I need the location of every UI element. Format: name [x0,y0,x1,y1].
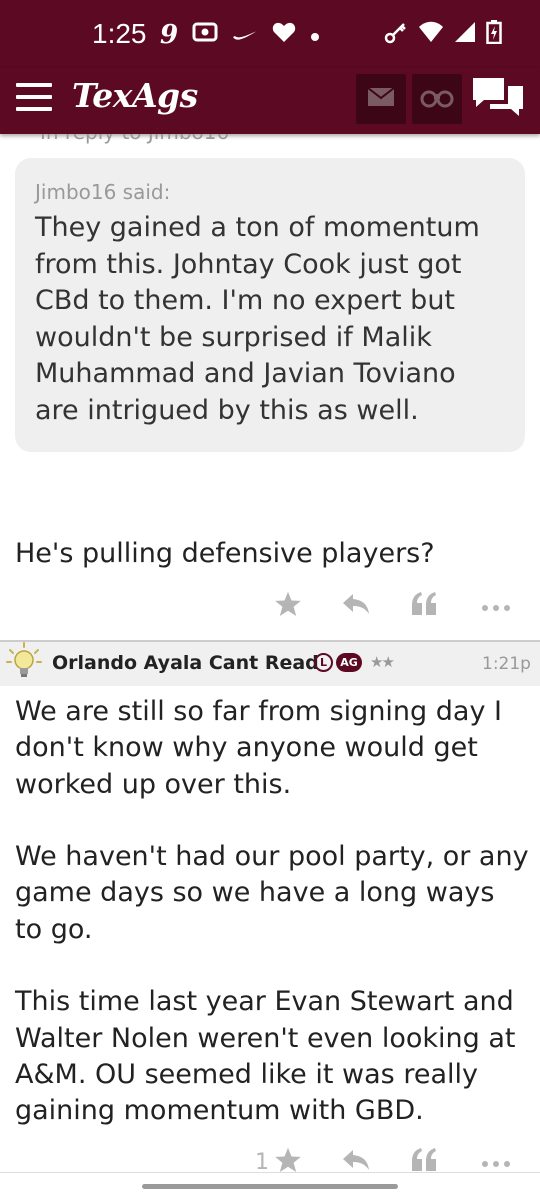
quote-author: Jimbo16 said: [35,180,171,204]
wifi-icon [418,21,444,47]
9-app-icon: 9 [160,20,179,50]
menu-icon[interactable] [16,83,52,111]
quote-icon [410,591,438,621]
nike-swoosh-icon [232,23,258,48]
quote-text: They gained a ton of momentum from this.… [35,212,480,426]
user-rating-stars: ★★ [370,653,395,671]
post-actions [0,586,540,626]
status-bar: 1:25 9 [0,0,540,68]
l-badge: L [314,653,333,672]
star-button[interactable] [268,1142,308,1182]
app-bar: TexAgs [0,68,540,134]
bottom-divider [0,1172,540,1173]
messages-button[interactable] [356,74,406,124]
post-body: He's pulling defensive players? [15,538,435,569]
texags-logo[interactable]: TexAgs [72,76,198,115]
system-icons [384,20,502,48]
ag-badge: AG [336,653,362,672]
reply-icon [341,592,371,620]
watched-threads-button[interactable] [412,74,462,124]
chat-bubbles-icon [470,78,526,124]
gesture-nav-handle[interactable] [142,1184,398,1189]
post-paragraph: We haven't had our pool party, or any ga… [15,841,529,945]
key-icon [384,20,408,48]
more-icon [481,1153,511,1172]
star-button[interactable] [268,586,308,626]
star-icon [274,1146,302,1178]
binoculars-icon [420,86,454,112]
hidden-reply-line: In reply to Jimbo16 [0,134,540,152]
post-paragraph: We are still so far from signing day I d… [15,696,502,800]
status-time: 1:25 [92,18,147,49]
chat-button[interactable] [470,76,526,120]
quote-button[interactable] [404,1142,444,1182]
more-button[interactable] [474,1142,518,1182]
post-paragraph: This time last year Evan Stewart and Wal… [15,986,516,1127]
quote-block: Jimbo16 said: They gained a ton of momen… [15,158,525,452]
more-icon [481,597,511,616]
post-body: We are still so far from signing day I d… [15,694,530,1130]
notification-icons: 9 [160,20,320,50]
post-author[interactable]: Orlando Ayala Cant Read [52,652,319,674]
reply-button[interactable] [336,586,376,626]
quote-button[interactable] [404,586,444,626]
post-timestamp: 1:21p [482,654,531,674]
battery-charging-icon [486,20,502,48]
signal-icon [454,21,476,47]
mail-icon [367,87,395,111]
lightbulb-icon [6,642,42,682]
radio-icon [192,21,218,49]
post-actions: 1 [0,1142,540,1182]
heart-icon [272,21,296,49]
reply-button[interactable] [336,1142,376,1182]
more-button[interactable] [474,586,518,626]
post-header: Orlando Ayala Cant Read L AG ★★ 1:21p [0,642,540,686]
star-icon [274,590,302,622]
dot-icon [310,23,320,48]
